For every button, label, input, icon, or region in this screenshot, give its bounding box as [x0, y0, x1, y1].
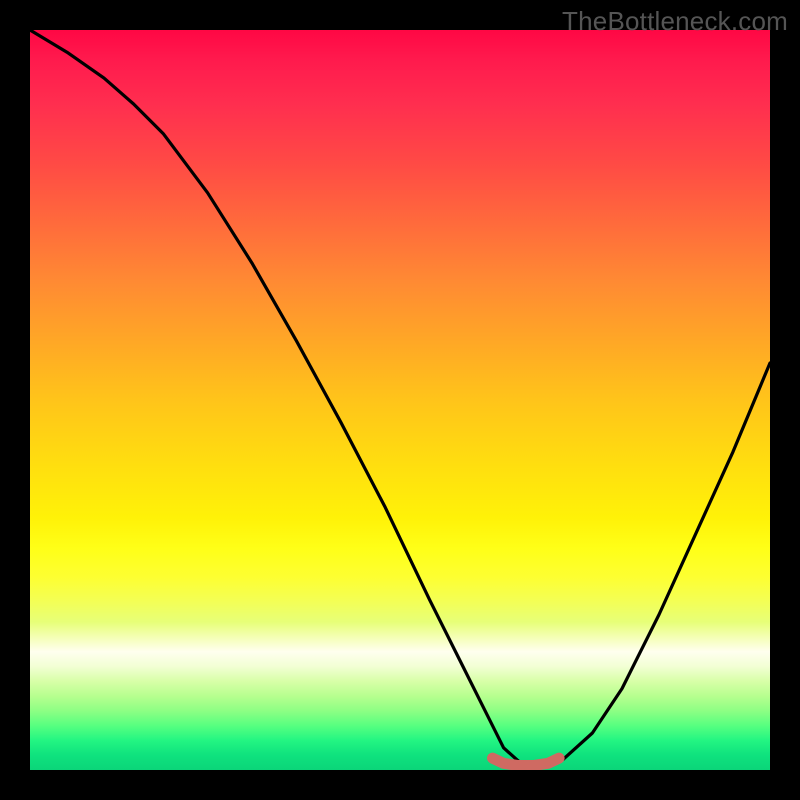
chart-frame: TheBottleneck.com [0, 0, 800, 800]
sweet-spot-band [493, 758, 560, 765]
watermark-label: TheBottleneck.com [562, 6, 788, 37]
plot-area [30, 30, 770, 770]
curve-layer [30, 30, 770, 770]
bottleneck-curve [30, 30, 770, 766]
